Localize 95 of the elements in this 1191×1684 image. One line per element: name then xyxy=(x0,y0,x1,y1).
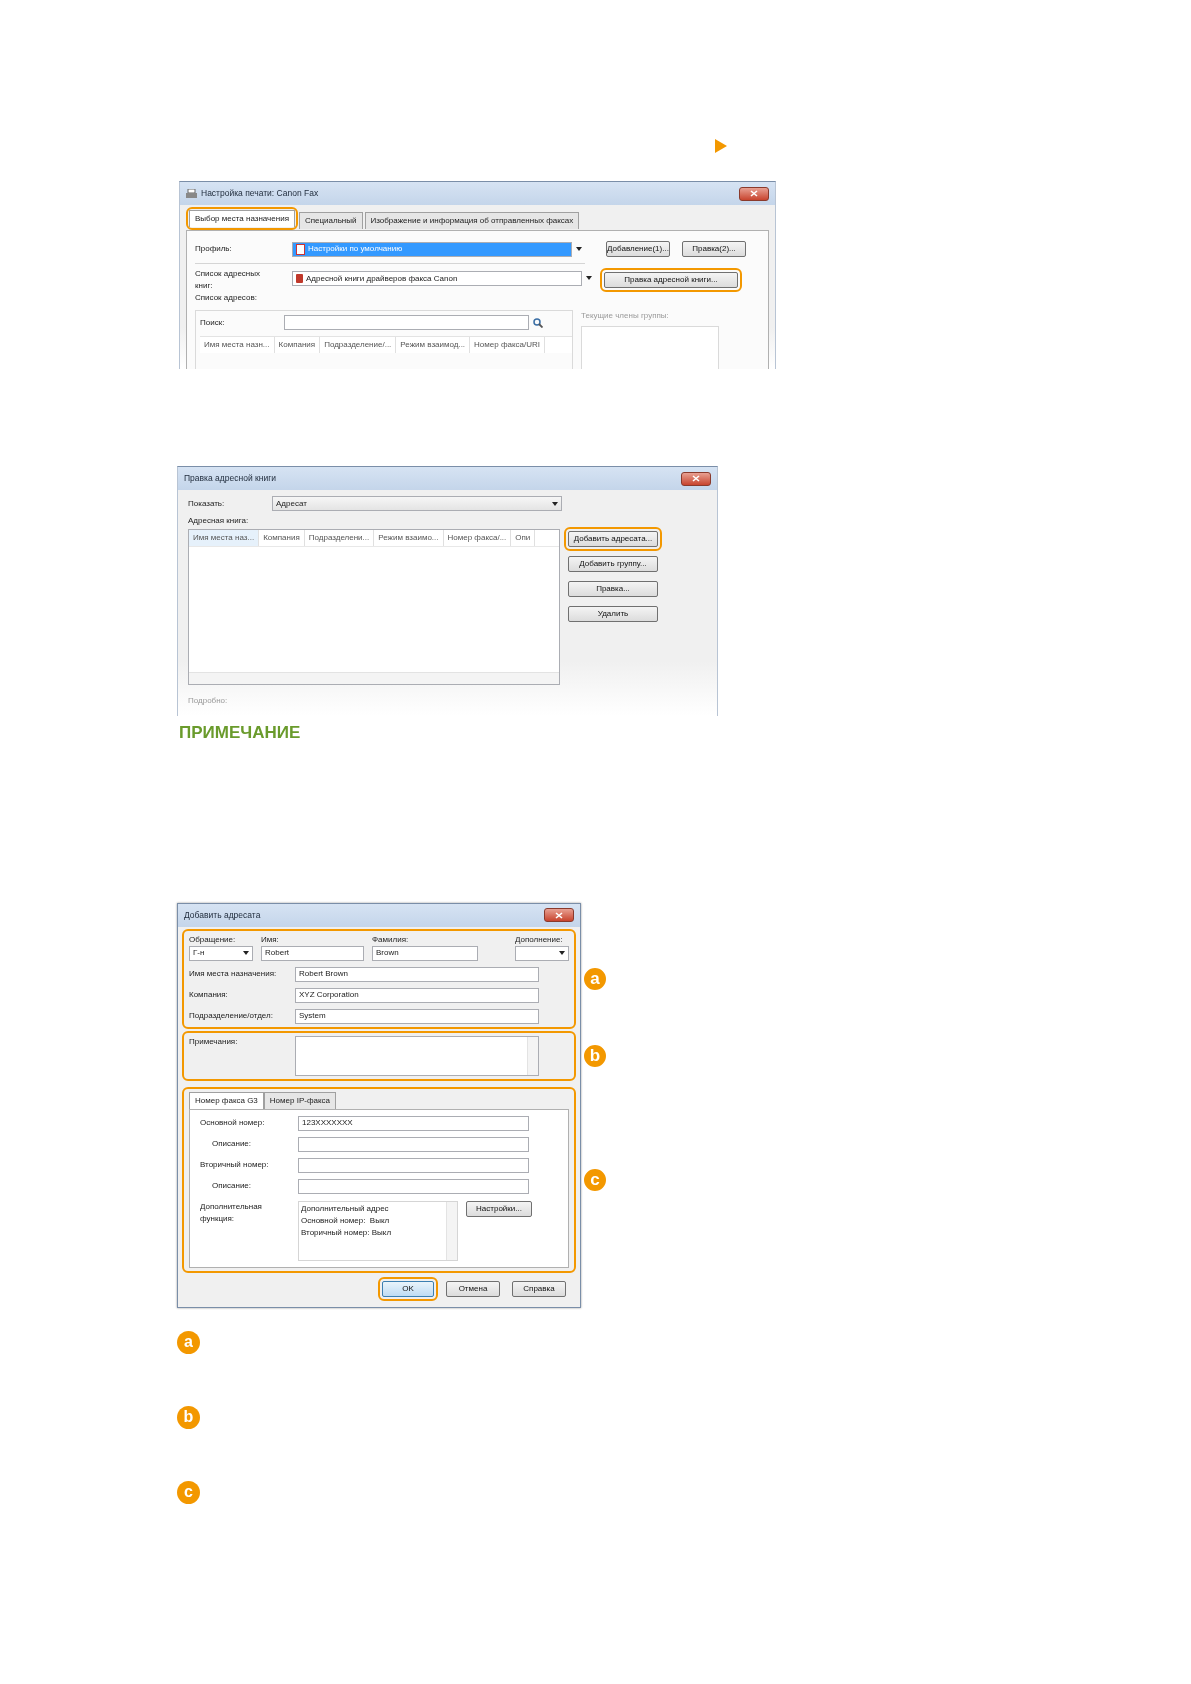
column-header[interactable]: Компания xyxy=(259,530,305,546)
vertical-scrollbar[interactable] xyxy=(446,1201,457,1260)
field-label: Адресная книга: xyxy=(188,515,250,527)
list-line: Вторичный номер: Выкл xyxy=(301,1226,393,1239)
input-field[interactable] xyxy=(298,1178,529,1194)
horizontal-scrollbar[interactable] xyxy=(189,672,559,684)
column-header[interactable]: Имя места назн... xyxy=(200,337,275,353)
input-field[interactable]: 123XXXXXXX xyxy=(298,1115,529,1131)
legend-marker: b xyxy=(177,1405,200,1429)
list-line: Дополнительный адрес xyxy=(301,1202,390,1215)
dialog-button[interactable]: Правка(2)... xyxy=(682,241,746,257)
field-label: Обращение: xyxy=(189,933,237,946)
close-icon xyxy=(750,190,758,197)
dropdown-field[interactable]: Г-н xyxy=(189,945,253,961)
dialog-button[interactable]: Добавить адресата... xyxy=(568,531,658,547)
column-header[interactable]: Номер факса/... xyxy=(443,530,512,546)
dropdown-field[interactable] xyxy=(515,945,569,961)
column-header[interactable]: Режим взаимод... xyxy=(396,337,471,353)
tab[interactable]: Выбор места назначения xyxy=(189,210,295,227)
window-title: Добавить адресата xyxy=(184,908,261,922)
field-label: Примечания: xyxy=(189,1035,239,1048)
close-icon xyxy=(555,911,563,919)
step-arrow-icon xyxy=(715,139,727,153)
column-header[interactable]: Подразделение/... xyxy=(320,337,397,353)
field-label: Компания: xyxy=(189,989,229,1001)
window-title: Настройка печати: Canon Fax xyxy=(201,187,319,200)
close-button[interactable] xyxy=(739,186,769,201)
dialog-button[interactable]: OK xyxy=(382,1280,434,1297)
field-label: Подробно: xyxy=(188,695,229,707)
column-header[interactable]: Опи xyxy=(511,530,536,546)
dialog-button[interactable]: Добавление(1)... xyxy=(606,241,670,257)
close-button[interactable] xyxy=(681,471,711,486)
input-field[interactable]: XYZ Corporation xyxy=(295,987,539,1003)
settings-button[interactable]: Настройки... xyxy=(466,1200,532,1217)
column-header[interactable]: Подразделени... xyxy=(304,530,375,546)
input-field[interactable]: Robert Brown xyxy=(295,966,539,982)
field-label: Поиск: xyxy=(200,316,226,329)
field-label: Дополнительная функция: xyxy=(200,1200,263,1225)
input-field[interactable]: System xyxy=(295,1008,539,1024)
dialog-button[interactable]: Добавить группу... xyxy=(568,556,658,572)
field-label: Описание: xyxy=(211,1138,253,1150)
caret-icon xyxy=(586,276,592,280)
input-field[interactable] xyxy=(298,1136,529,1152)
input-field[interactable]: Brown xyxy=(372,945,478,961)
input-field[interactable] xyxy=(298,1157,529,1173)
window-title: Правка адресной книги xyxy=(184,472,276,485)
dialog-button[interactable]: Справка xyxy=(512,1280,566,1297)
tab[interactable]: Номер факса G3 xyxy=(189,1091,264,1109)
column-header[interactable]: Режим взаимо... xyxy=(374,530,444,546)
dialog-button[interactable]: Удалить xyxy=(568,606,658,622)
column-header[interactable]: Компания xyxy=(274,337,321,353)
legend-marker: c xyxy=(177,1480,200,1504)
legend-marker: a xyxy=(177,1330,200,1354)
field-label: Имя места назначения: xyxy=(189,968,278,980)
caret-icon xyxy=(552,501,558,506)
field-label: Дополнение: xyxy=(515,933,564,946)
close-icon xyxy=(692,475,700,482)
field-label: Вторичный номер: xyxy=(200,1159,270,1171)
vertical-scrollbar[interactable] xyxy=(527,1036,538,1075)
field-label: Описание: xyxy=(211,1180,253,1192)
field-label: Профиль: xyxy=(195,243,233,255)
field-label: Имя: xyxy=(261,933,280,946)
caret-icon xyxy=(576,247,582,251)
callout-marker: a xyxy=(582,965,608,992)
tab[interactable]: Номер IP-факса xyxy=(263,1091,336,1109)
printer-icon xyxy=(186,188,197,199)
field-label: Подразделение/отдел: xyxy=(189,1010,274,1022)
tab[interactable]: Изображение и информация об отправленных факсах xyxy=(364,212,580,229)
book-icon xyxy=(296,274,303,283)
dialog-button[interactable]: Отмена xyxy=(446,1280,500,1297)
close-button[interactable] xyxy=(544,908,574,922)
caret-icon xyxy=(243,951,249,955)
list-line: Основной номер: Выкл xyxy=(301,1214,391,1227)
edit-address-book-button[interactable]: Правка адресной книги... xyxy=(604,272,738,288)
input-field[interactable]: Robert xyxy=(261,945,364,961)
section-heading: ПРИМЕЧАНИЕ xyxy=(179,722,302,744)
field-label: Список адресов: xyxy=(195,292,258,304)
tab[interactable]: Специальный xyxy=(298,212,363,229)
callout-marker: b xyxy=(582,1042,608,1069)
notes-field[interactable] xyxy=(295,1035,539,1076)
field-label: Показать: xyxy=(188,497,226,510)
column-header[interactable]: Имя места наз... xyxy=(189,530,260,546)
field-label: Основной номер: xyxy=(200,1117,266,1129)
address-book-select[interactable]: Адресной книги драйверов факса Canon xyxy=(292,271,582,286)
caret-icon xyxy=(559,951,565,955)
column-header[interactable]: Номер факса/URI xyxy=(470,337,545,353)
callout-marker: c xyxy=(582,1166,608,1193)
show-select[interactable]: Адресат xyxy=(272,496,562,511)
field-label: Текущие члены группы: xyxy=(581,310,670,322)
search-field[interactable] xyxy=(284,315,529,330)
dialog-button[interactable]: Правка... xyxy=(568,581,658,597)
field-label: Фамилия: xyxy=(372,933,410,946)
search-icon xyxy=(533,317,543,328)
field-label: Список адресных книг: xyxy=(195,268,262,292)
profile-icon xyxy=(296,243,305,255)
